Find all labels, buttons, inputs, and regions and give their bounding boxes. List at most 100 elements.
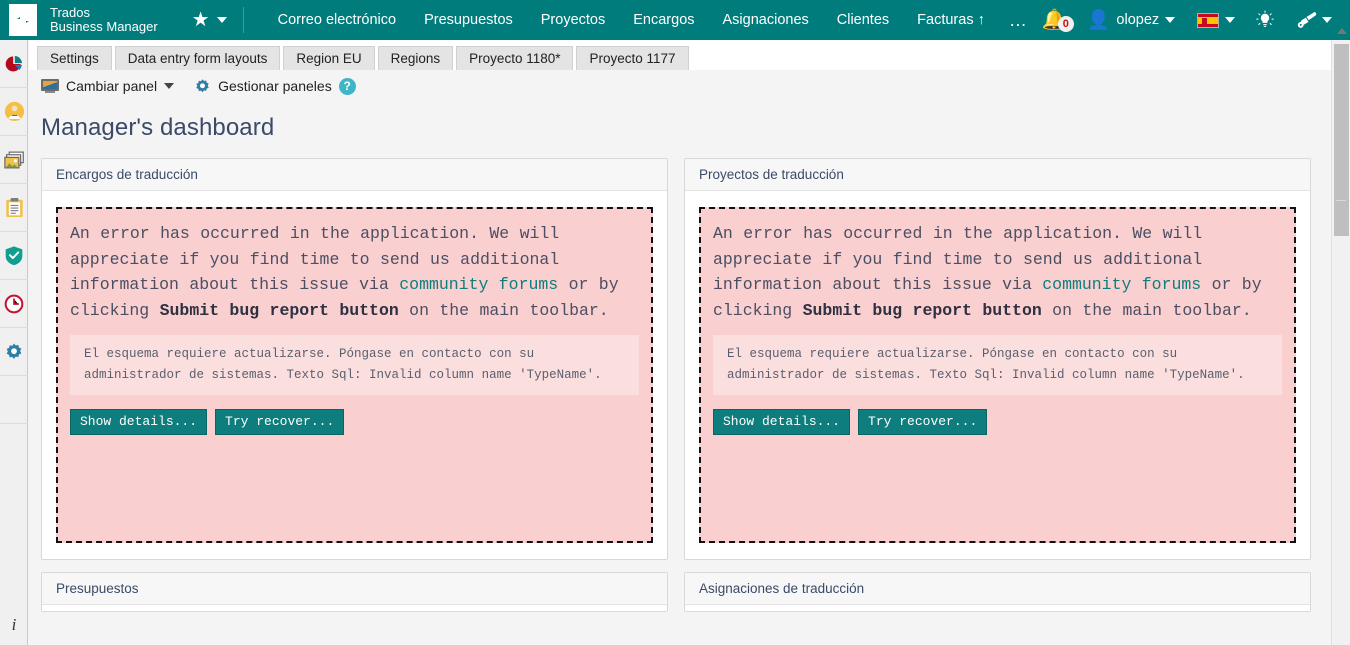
submit-bug-report-emphasis: Submit bug report button xyxy=(159,300,399,320)
main-navigation: Correo electrónico Presupuestos Proyecto… xyxy=(264,0,999,40)
header-right-actions: … 🔔 0 👤 olopez xyxy=(999,8,1350,32)
vertical-scrollbar[interactable] xyxy=(1331,28,1350,645)
panel-proyectos-de-traduccion: Proyectos de traducción An error has occ… xyxy=(684,158,1311,560)
spain-flag-icon[interactable] xyxy=(1197,12,1220,28)
sidebar-item-tasks[interactable] xyxy=(0,184,28,232)
chevron-down-icon[interactable] xyxy=(216,17,227,23)
favorites-menu[interactable]: ★ xyxy=(192,10,227,30)
error-message: An error has occurred in the application… xyxy=(70,221,639,323)
error-text-part-3: on the main toolbar. xyxy=(1041,300,1252,320)
user-profile-icon[interactable] xyxy=(4,101,25,122)
nav-item-proyectos[interactable]: Proyectos xyxy=(527,0,619,40)
panel-title: Presupuestos xyxy=(42,573,667,605)
sidebar-item-history[interactable] xyxy=(0,280,28,328)
tab-region-eu[interactable]: Region EU xyxy=(283,46,375,70)
settings-gear-icon[interactable] xyxy=(4,342,24,362)
ideas-button[interactable] xyxy=(1245,10,1285,30)
notification-count-badge: 0 xyxy=(1057,16,1074,32)
tab-regions[interactable]: Regions xyxy=(377,46,454,70)
sidebar-item-reports[interactable] xyxy=(0,40,28,88)
scroll-up-arrow-icon[interactable] xyxy=(1337,28,1347,34)
reports-pie-chart-icon[interactable] xyxy=(4,54,24,74)
dashboard-toolbar: Cambiar panel Gestionar paneles ? xyxy=(29,70,1331,102)
tab-data-entry-form-layouts[interactable]: Data entry form layouts xyxy=(114,46,281,70)
scrollbar-thumb[interactable] xyxy=(1334,44,1349,236)
sidebar-item-profile[interactable] xyxy=(0,88,28,136)
scrollbar-mark xyxy=(1336,200,1346,201)
error-detail-message: El esquema requiere actualizarse. Póngas… xyxy=(713,335,1282,395)
chevron-down-icon[interactable] xyxy=(1322,17,1333,23)
nav-item-asignaciones[interactable]: Asignaciones xyxy=(709,0,823,40)
nav-item-presupuestos[interactable]: Presupuestos xyxy=(410,0,527,40)
chevron-down-icon[interactable] xyxy=(1165,17,1176,23)
panel-presupuestos: Presupuestos xyxy=(41,572,668,612)
info-icon[interactable]: i xyxy=(0,611,28,639)
lightbulb-icon[interactable] xyxy=(1255,10,1275,30)
show-details-button[interactable]: Show details... xyxy=(713,409,851,435)
shield-check-icon[interactable] xyxy=(4,245,24,266)
error-message: An error has occurred in the application… xyxy=(713,221,1282,323)
community-forums-link[interactable]: community forums xyxy=(399,275,558,294)
application-window: Trados Business Manager ★ Correo electró… xyxy=(0,0,1350,645)
try-recover-button[interactable]: Try recover... xyxy=(858,409,988,435)
tab-strip: Settings Data entry form layouts Region … xyxy=(29,40,1331,70)
help-circle-icon[interactable]: ? xyxy=(338,77,356,95)
page-title: Manager's dashboard xyxy=(41,114,275,141)
chevron-down-icon[interactable] xyxy=(1225,17,1236,23)
images-gallery-icon[interactable] xyxy=(3,150,25,170)
main-content: Cambiar panel Gestionar paneles ? Manage… xyxy=(29,70,1331,645)
paintbrush-icon[interactable] xyxy=(1295,10,1317,30)
panel-body: An error has occurred in the application… xyxy=(42,191,667,559)
tab-settings[interactable]: Settings xyxy=(37,46,112,70)
error-actions: Show details... Try recover... xyxy=(713,409,1282,435)
nav-item-correo-electronico[interactable]: Correo electrónico xyxy=(264,0,410,40)
tools-button[interactable] xyxy=(1285,10,1342,30)
sidebar-item-empty xyxy=(0,376,28,424)
nav-item-clientes[interactable]: Clientes xyxy=(823,0,903,40)
user-menu[interactable]: 👤 olopez xyxy=(1075,11,1185,30)
sidebar-item-gallery[interactable] xyxy=(0,136,28,184)
manage-panels-button[interactable]: Gestionar paneles ? xyxy=(194,77,356,95)
panel-body: An error has occurred in the application… xyxy=(685,191,1310,559)
panel-encargos-de-traduccion: Encargos de traducción An error has occu… xyxy=(41,158,668,560)
change-panel-button[interactable]: Cambiar panel xyxy=(41,78,175,94)
avatar-icon: 👤 xyxy=(1086,9,1111,31)
show-details-button[interactable]: Show details... xyxy=(70,409,208,435)
tab-proyecto-1180[interactable]: Proyecto 1180* xyxy=(456,46,574,70)
error-actions: Show details... Try recover... xyxy=(70,409,639,435)
panel-asignaciones-de-traduccion: Asignaciones de traducción xyxy=(684,572,1311,612)
panel-title: Asignaciones de traducción xyxy=(685,573,1310,605)
error-detail-message: El esquema requiere actualizarse. Póngas… xyxy=(70,335,639,395)
clock-history-icon[interactable] xyxy=(4,294,24,314)
submit-bug-report-emphasis: Submit bug report button xyxy=(802,300,1042,320)
left-sidebar: i xyxy=(0,40,28,645)
main-header-bar: Trados Business Manager ★ Correo electró… xyxy=(0,0,1350,40)
header-divider xyxy=(242,7,244,33)
nav-item-encargos[interactable]: Encargos xyxy=(619,0,708,40)
brand-line-2: Business Manager xyxy=(50,19,158,34)
star-icon[interactable]: ★ xyxy=(192,10,210,30)
nav-item-facturas[interactable]: Facturas ↑ xyxy=(903,0,999,40)
username-label: olopez xyxy=(1116,12,1160,28)
error-container: An error has occurred in the application… xyxy=(699,207,1296,543)
dashboard-top-row: Encargos de traducción An error has occu… xyxy=(29,142,1331,560)
community-forums-link[interactable]: community forums xyxy=(1042,275,1201,294)
language-selector[interactable] xyxy=(1185,12,1245,28)
try-recover-button[interactable]: Try recover... xyxy=(215,409,345,435)
error-text-part-3: on the main toolbar. xyxy=(398,300,609,320)
chevron-down-icon[interactable] xyxy=(164,83,175,89)
change-panel-label: Cambiar panel xyxy=(66,78,158,94)
gear-icon[interactable] xyxy=(194,78,211,95)
dashboard-bottom-row: Presupuestos Asignaciones de traducción xyxy=(29,560,1331,612)
tab-proyecto-1177[interactable]: Proyecto 1177 xyxy=(576,46,689,70)
brand-line-1: Trados xyxy=(50,5,90,20)
brand-title: Trados Business Manager xyxy=(50,6,158,34)
monitor-icon xyxy=(41,79,59,93)
overflow-menu-icon[interactable]: … xyxy=(999,11,1038,29)
error-container: An error has occurred in the application… xyxy=(56,207,653,543)
notifications-button[interactable]: 🔔 0 xyxy=(1038,10,1075,32)
clipboard-tasks-icon[interactable] xyxy=(5,197,24,218)
sidebar-item-settings[interactable] xyxy=(0,328,28,376)
manage-panels-label: Gestionar paneles xyxy=(218,78,332,94)
sidebar-item-security[interactable] xyxy=(0,232,28,280)
